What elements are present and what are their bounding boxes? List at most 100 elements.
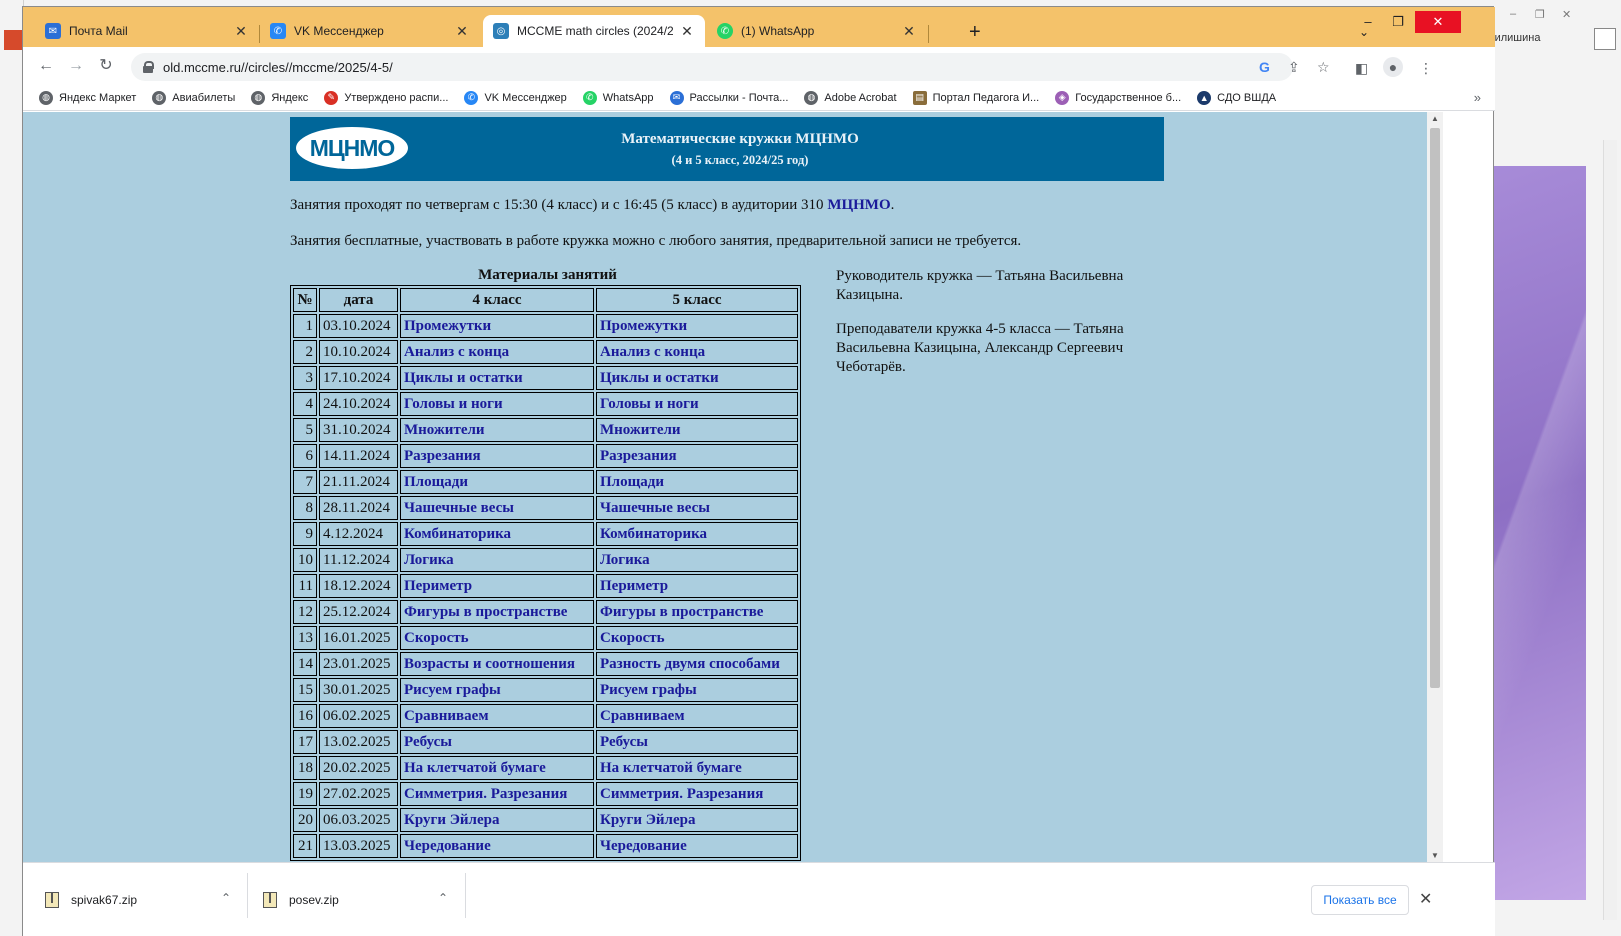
grade4-topic-link[interactable]: Анализ с конца (404, 344, 509, 360)
grade4-topic-link[interactable]: Множители (404, 422, 485, 438)
bookmark-item[interactable]: ▲ СДО ВШДА (1197, 90, 1276, 105)
back-icon[interactable]: ← (35, 55, 57, 77)
download-item[interactable]: posev.zip (263, 885, 339, 915)
bookmark-item[interactable]: ✆ VK Мессенджер (464, 90, 567, 105)
close-icon[interactable]: ✕ (454, 23, 470, 40)
tab-vk[interactable]: ✆ VK Мессенджер ✕ (260, 15, 480, 47)
grade4-topic-link[interactable]: Чередование (404, 838, 491, 854)
grade5-topic-link[interactable]: Разрезания (600, 448, 677, 464)
minimize-icon[interactable]: – (1353, 11, 1383, 33)
grade5-topic-link[interactable]: Множители (600, 422, 681, 438)
bookmark-item[interactable]: ◍ Авиабилеты (152, 90, 235, 105)
bookmark-item[interactable]: ◍ Яндекс Маркет (39, 90, 136, 105)
grade4-topic-link[interactable]: Циклы и остатки (404, 370, 523, 386)
google-translate-icon[interactable]: G (1259, 59, 1270, 75)
background-avatar-icon[interactable] (1594, 28, 1616, 50)
grade4-topic-link[interactable]: Логика (404, 552, 454, 568)
scrollbar-thumb[interactable] (1430, 128, 1440, 688)
close-icon[interactable]: ✕ (901, 23, 917, 40)
grade4-topic-link[interactable]: Скорость (404, 630, 469, 646)
grade5-topic-link[interactable]: Циклы и остатки (600, 370, 719, 386)
grade4-topic-link[interactable]: Фигуры в пространстве (404, 604, 567, 620)
download-filename: posev.zip (289, 893, 339, 907)
lock-icon[interactable] (143, 61, 154, 73)
close-icon[interactable]: ✕ (1419, 889, 1432, 909)
bookmark-item[interactable]: ◍ Adobe Acrobat (804, 90, 897, 105)
address-bar[interactable]: old.mccme.ru//circles//mccme/2025/4-5/ (131, 53, 1293, 81)
chevron-up-icon[interactable]: ⌃ (438, 891, 448, 905)
grade5-topic-link[interactable]: Разность двумя способами (600, 656, 780, 672)
grade4-topic-link[interactable]: Разрезания (404, 448, 481, 464)
profile-icon[interactable]: ● (1383, 57, 1403, 77)
background-scrollbar[interactable] (1603, 140, 1617, 920)
background-maximize-icon[interactable]: ❐ (1535, 8, 1545, 21)
download-item[interactable]: spivak67.zip (45, 885, 137, 915)
bookmark-item[interactable]: ✆ WhatsApp (582, 90, 654, 105)
scroll-up-icon[interactable]: ▲ (1431, 114, 1439, 123)
row-number: 16 (293, 704, 317, 728)
mccme-logo[interactable]: МЦНМО (296, 127, 408, 169)
star-icon[interactable]: ☆ (1317, 59, 1330, 76)
grade5-topic-link[interactable]: Скорость (600, 630, 665, 646)
grade5-topic-link[interactable]: Головы и ноги (600, 396, 699, 412)
grade4-topic-link[interactable]: Чашечные весы (404, 500, 514, 516)
close-icon[interactable]: ✕ (233, 23, 249, 40)
grade5-topic-link[interactable]: Площади (600, 474, 664, 490)
bookmark-item[interactable]: ✉ Рассылки - Почта... (669, 90, 788, 105)
forward-icon[interactable]: → (65, 55, 87, 77)
grade4-topic-link[interactable]: На клетчатой бумаге (404, 760, 546, 776)
bookmark-item[interactable]: ▤ Портал Педагога И... (912, 90, 1039, 105)
grade4-topic-link[interactable]: Ребусы (404, 734, 452, 750)
side-panel-icon[interactable]: ◧ (1355, 60, 1368, 77)
bookmark-item[interactable]: ✎ Утверждено распи... (324, 90, 448, 105)
grade5-topic-link[interactable]: На клетчатой бумаге (600, 760, 742, 776)
share-icon[interactable]: ⇪ (1288, 59, 1300, 76)
row-date: 13.03.2025 (319, 834, 398, 858)
close-icon[interactable]: ✕ (679, 23, 695, 40)
maximize-icon[interactable]: ❐ (1383, 11, 1413, 33)
grade5-topic-link[interactable]: Анализ с конца (600, 344, 705, 360)
more-bookmarks-icon[interactable]: » (1474, 90, 1481, 105)
background-left-strip (0, 0, 24, 936)
grade5-topic-link[interactable]: Ребусы (600, 734, 648, 750)
grade4-topic-link[interactable]: Комбинаторика (404, 526, 511, 542)
grade5-topic-link[interactable]: Комбинаторика (600, 526, 707, 542)
page-scrollbar[interactable]: ▲ ▼ (1427, 112, 1443, 862)
grade5-topic-link[interactable]: Чередование (600, 838, 687, 854)
grade4-topic-link[interactable]: Промежутки (404, 318, 491, 334)
grade4-topic-link[interactable]: Симметрия. Разрезания (404, 786, 567, 802)
grade5-topic-link[interactable]: Фигуры в пространстве (600, 604, 763, 620)
scroll-down-icon[interactable]: ▼ (1431, 851, 1439, 860)
grade5-topic-link[interactable]: Симметрия. Разрезания (600, 786, 763, 802)
bookmark-item[interactable]: ◈ Государственное б... (1055, 90, 1181, 105)
grade5-topic-link[interactable]: Чашечные весы (600, 500, 710, 516)
grade4-topic-link[interactable]: Площади (404, 474, 468, 490)
vk-icon: ✆ (270, 23, 286, 39)
background-close-icon[interactable]: ✕ (1562, 8, 1571, 21)
new-tab-icon[interactable]: + (969, 21, 981, 44)
show-all-button[interactable]: Показать все (1311, 885, 1409, 915)
reload-icon[interactable]: ↻ (95, 55, 117, 77)
bookmark-item[interactable]: ◍ Яндекс (251, 90, 308, 105)
chevron-up-icon[interactable]: ⌃ (221, 891, 231, 905)
grade4-topic-link[interactable]: Головы и ноги (404, 396, 503, 412)
grade4-topic-link[interactable]: Периметр (404, 578, 472, 594)
window-close-icon[interactable]: ✕ (1415, 11, 1461, 33)
grade4-topic-link[interactable]: Сравниваем (404, 708, 489, 724)
grade5-topic-link[interactable]: Логика (600, 552, 650, 568)
url-text[interactable]: old.mccme.ru//circles//mccme/2025/4-5/ (163, 60, 393, 75)
mccme-link[interactable]: МЦНМО (827, 197, 890, 213)
tab-mail[interactable]: ✉ Почта Mail ✕ (35, 15, 259, 47)
grade5-topic-link[interactable]: Рисуем графы (600, 682, 697, 698)
grade4-topic-link[interactable]: Возрасты и соотношения (404, 656, 575, 672)
grade4-topic-link[interactable]: Круги Эйлера (404, 812, 499, 828)
grade5-topic-link[interactable]: Сравниваем (600, 708, 685, 724)
tab-mccme[interactable]: ◎ MCCME math circles (2024/2025 ✕ (483, 15, 705, 47)
grade5-topic-link[interactable]: Промежутки (600, 318, 687, 334)
grade4-topic-link[interactable]: Рисуем графы (404, 682, 501, 698)
background-restore-icon[interactable]: – (1510, 8, 1516, 20)
grade5-topic-link[interactable]: Периметр (600, 578, 668, 594)
menu-icon[interactable]: ⋮ (1419, 60, 1433, 77)
grade5-topic-link[interactable]: Круги Эйлера (600, 812, 695, 828)
tab-whatsapp[interactable]: ✆ (1) WhatsApp ✕ (707, 15, 927, 47)
